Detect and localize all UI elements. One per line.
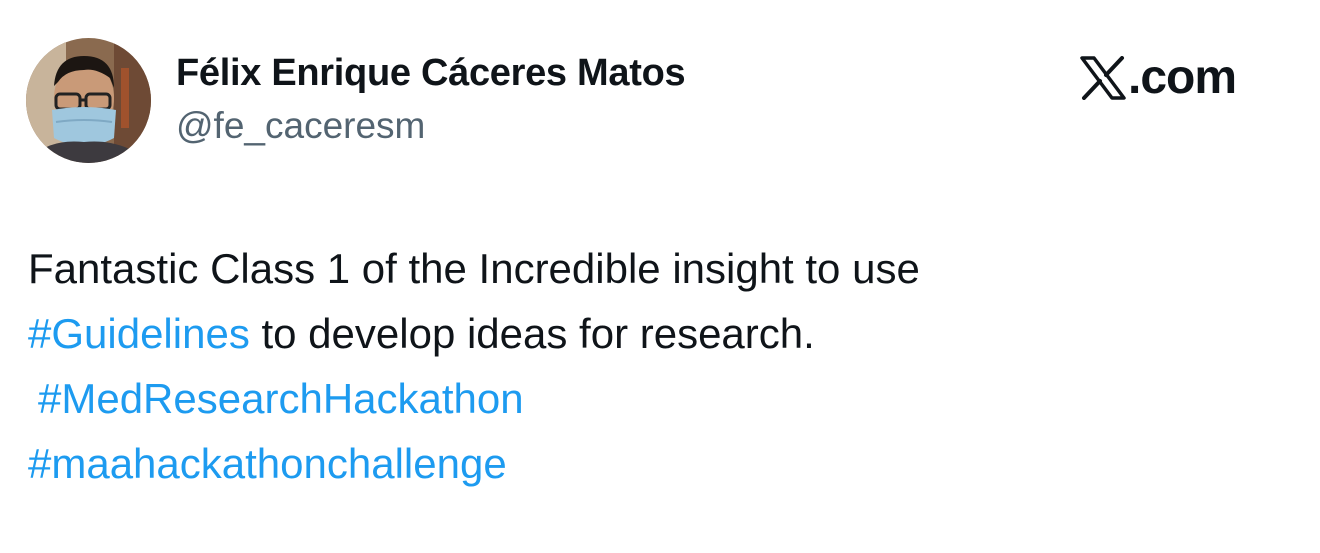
x-brand-logo: .com — [1080, 50, 1237, 106]
tweet-text-segment: Fantastic Class 1 of the Incredible insi… — [28, 245, 920, 292]
tweet-line: Fantastic Class 1 of the Incredible insi… — [28, 236, 1288, 301]
hashtag-medresearchhackathon-link[interactable]: #MedResearchHackathon — [38, 375, 524, 422]
author-handle[interactable]: @fe_caceresm — [176, 103, 425, 149]
tweet-line: #Guidelines to develop ideas for researc… — [28, 301, 1288, 366]
brand-suffix: .com — [1128, 51, 1237, 104]
hashtag-maahackathonchallenge-link[interactable]: #maahackathonchallenge — [28, 440, 507, 487]
tweet-text-segment: to develop ideas for research. — [249, 310, 815, 357]
tweet-text: Fantastic Class 1 of the Incredible insi… — [28, 236, 1288, 496]
x-logo-icon — [1080, 56, 1126, 100]
hashtag-guidelines-link[interactable]: #Guidelines — [28, 310, 250, 357]
author-display-name[interactable]: Félix Enrique Cáceres Matos — [176, 50, 686, 96]
tweet-line: #MedResearchHackathon — [28, 366, 1288, 431]
avatar[interactable] — [26, 38, 151, 163]
tweet-line: #maahackathonchallenge — [28, 431, 1288, 496]
profile-photo-icon — [26, 38, 151, 163]
